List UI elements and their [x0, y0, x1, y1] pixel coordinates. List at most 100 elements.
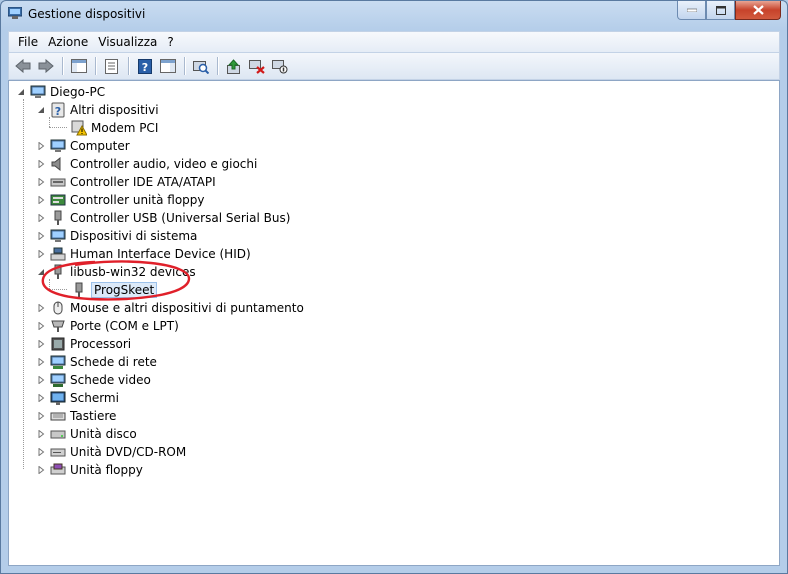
tree-node-unita-floppy[interactable]: Unità floppy — [37, 461, 143, 479]
properties-button[interactable] — [101, 56, 123, 76]
tree-label: Porte (COM e LPT) — [70, 319, 179, 333]
tree-node-porte[interactable]: Porte (COM e LPT) — [37, 317, 179, 335]
title-bar: Gestione dispositivi — [1, 1, 787, 29]
uninstall-icon — [249, 59, 265, 74]
tree-label: Controller unità floppy — [70, 193, 205, 207]
tree-line — [49, 127, 67, 128]
tree-node-controller-ide[interactable]: Controller IDE ATA/ATAPI — [37, 173, 216, 191]
tree-label: Mouse e altri dispositivi di puntamento — [70, 301, 304, 315]
tree-label: Diego-PC — [50, 85, 106, 99]
tree-node-schermi[interactable]: Schermi — [37, 389, 119, 407]
forward-button[interactable] — [35, 56, 57, 76]
monitor-icon — [50, 391, 66, 405]
menu-file[interactable]: File — [13, 35, 43, 49]
action-pane-button[interactable] — [157, 56, 179, 76]
menu-help[interactable]: ? — [162, 35, 178, 49]
tree-node-unita-dvd[interactable]: Unità DVD/CD-ROM — [37, 443, 186, 461]
tree-label: Schede video — [70, 373, 151, 387]
window-title: Gestione dispositivi — [28, 7, 146, 21]
tree-label: Altri dispositivi — [70, 103, 159, 117]
device-manager-window: Gestione dispositivi File Azione Visuali… — [0, 0, 788, 574]
computer-icon — [50, 139, 66, 152]
tree-node-controller-usb[interactable]: Controller USB (Universal Serial Bus) — [37, 209, 290, 227]
device-tree-pane[interactable]: Diego-PC ? Altri dispositivi Modem PCI C… — [8, 80, 780, 566]
minimize-icon — [686, 8, 697, 12]
help-button[interactable]: ? — [134, 56, 156, 76]
tree-label: Dispositivi di sistema — [70, 229, 198, 243]
expand-arrow-icon — [38, 196, 45, 204]
close-icon — [752, 5, 764, 15]
toolbar-separator — [184, 57, 186, 75]
tree-node-controller-audio[interactable]: Controller audio, video e giochi — [37, 155, 257, 173]
expand-arrow-icon — [38, 178, 45, 186]
maximize-icon — [715, 5, 726, 15]
unknown-device-icon: ? — [51, 102, 65, 118]
tree-node-modem-pci[interactable]: Modem PCI — [71, 119, 158, 137]
tree-node-mouse[interactable]: Mouse e altri dispositivi di puntamento — [37, 299, 304, 317]
tree-node-schede-video[interactable]: Schede video — [37, 371, 151, 389]
tree-node-tastiere[interactable]: Tastiere — [37, 407, 116, 425]
mouse-icon — [53, 301, 63, 315]
disable-device-button[interactable] — [269, 56, 291, 76]
video-adapter-icon — [50, 373, 66, 387]
back-button[interactable] — [12, 56, 34, 76]
tree-node-dispositivi-sistema[interactable]: Dispositivi di sistema — [37, 227, 197, 245]
expand-arrow-icon — [38, 304, 45, 312]
tree-node-processori[interactable]: Processori — [37, 335, 131, 353]
update-driver-button[interactable] — [223, 56, 245, 76]
tree-node-root[interactable]: Diego-PC — [17, 83, 105, 101]
tree-label: Schede di rete — [70, 355, 157, 369]
tree-label: Controller USB (Universal Serial Bus) — [70, 211, 291, 225]
computer-icon — [30, 85, 46, 98]
tree-label: Schermi — [70, 391, 119, 405]
tree-label: Controller IDE ATA/ATAPI — [70, 175, 216, 189]
help-book-icon: ? — [138, 58, 152, 74]
expand-arrow-icon — [38, 394, 45, 402]
expand-arrow-icon — [38, 430, 45, 438]
expand-arrow-icon — [38, 358, 45, 366]
toolbar-separator — [217, 57, 219, 75]
scan-hardware-button[interactable] — [190, 56, 212, 76]
collapse-arrow-icon — [18, 89, 24, 95]
console-tree-icon — [71, 59, 87, 73]
tree-node-unita-disco[interactable]: Unità disco — [37, 425, 137, 443]
close-button[interactable] — [735, 1, 781, 20]
port-icon — [51, 320, 65, 332]
system-device-icon — [50, 229, 66, 242]
tree-line — [23, 99, 24, 469]
menu-azione[interactable]: Azione — [43, 35, 93, 49]
properties-icon — [105, 58, 118, 74]
floppy-controller-icon — [50, 194, 66, 206]
dvd-drive-icon — [50, 448, 66, 457]
toolbar-separator — [128, 57, 130, 75]
red-annotation-circle — [41, 260, 191, 301]
expand-arrow-icon — [38, 214, 45, 222]
minimize-button[interactable] — [677, 1, 706, 20]
maximize-button[interactable] — [706, 1, 735, 20]
tree-node-altri-dispositivi[interactable]: ? Altri dispositivi — [37, 101, 159, 119]
device-manager-icon — [8, 7, 22, 19]
expand-arrow-icon — [38, 142, 45, 150]
tree-label: Computer — [70, 139, 130, 153]
tree-label: Modem PCI — [91, 121, 159, 135]
show-hide-console-tree-button[interactable] — [68, 56, 90, 76]
update-driver-icon — [227, 58, 240, 74]
collapse-arrow-icon — [38, 107, 44, 113]
disable-device-icon — [272, 59, 288, 73]
tree-label: Controller audio, video e giochi — [70, 157, 258, 171]
usb-icon — [54, 210, 62, 225]
uninstall-button[interactable] — [246, 56, 268, 76]
expand-arrow-icon — [38, 412, 45, 420]
tree-node-controller-floppy[interactable]: Controller unità floppy — [37, 191, 205, 209]
tree-node-schede-rete[interactable]: Schede di rete — [37, 353, 157, 371]
tree-label: Unità disco — [70, 427, 137, 441]
menu-bar: File Azione Visualizza ? — [8, 31, 780, 52]
expand-arrow-icon — [38, 160, 45, 168]
tree-node-computer[interactable]: Computer — [37, 137, 130, 155]
processor-icon — [51, 337, 65, 351]
expand-arrow-icon — [38, 340, 45, 348]
warning-device-icon — [71, 120, 87, 136]
menu-visualizza[interactable]: Visualizza — [93, 35, 162, 49]
tree-label: Unità floppy — [70, 463, 143, 477]
floppy-drive-icon — [50, 463, 66, 475]
